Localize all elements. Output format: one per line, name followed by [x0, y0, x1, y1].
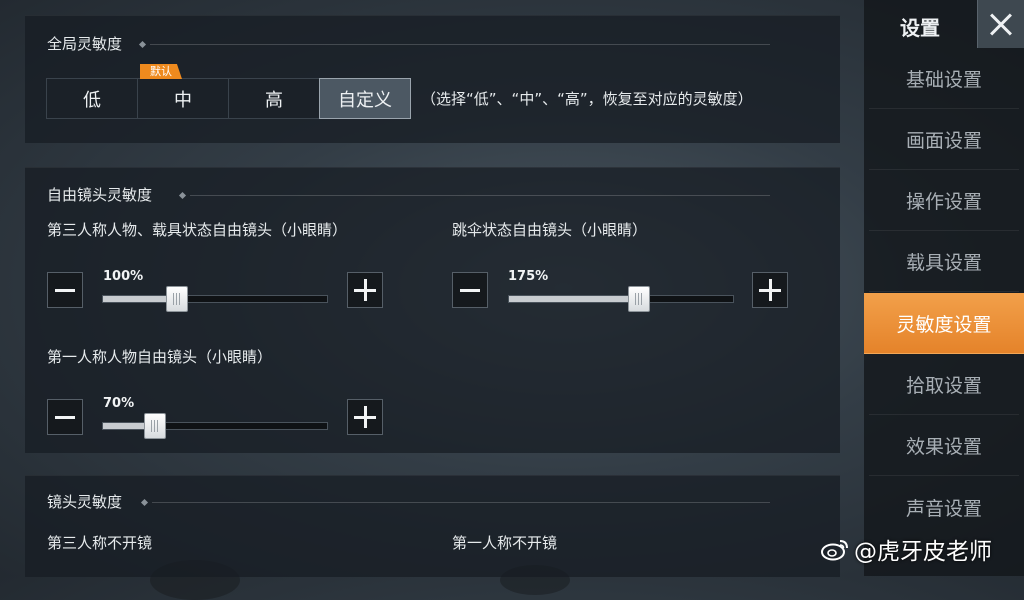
increase-button[interactable]: [752, 272, 788, 308]
decrease-button[interactable]: [47, 272, 83, 308]
preset-high-button[interactable]: 高: [228, 78, 320, 119]
minus-icon: [55, 288, 75, 292]
settings-title: 设置: [900, 16, 940, 40]
section-divider: [190, 195, 770, 196]
sidebar-item-controls[interactable]: 操作设置: [869, 170, 1019, 231]
plus-icon: [354, 406, 376, 428]
slider-value: 70%: [103, 396, 135, 411]
slider-label-first-person: 第一人称人物自由镜头（小眼睛）: [47, 348, 273, 366]
slider-label-third-person: 第三人称人物、载具状态自由镜头（小眼睛）: [47, 221, 348, 239]
preset-custom-button[interactable]: 自定义: [319, 78, 411, 119]
weibo-icon: [821, 540, 848, 561]
close-icon: [989, 12, 1013, 36]
slider-track[interactable]: [102, 286, 328, 312]
slider-value: 175%: [508, 269, 549, 284]
decrease-button[interactable]: [452, 272, 488, 308]
preset-medium-button[interactable]: 中: [137, 78, 229, 119]
slider-label-parachute: 跳伞状态自由镜头（小眼睛）: [452, 221, 648, 239]
slider-value: 100%: [103, 269, 144, 284]
sidebar-item-basic[interactable]: 基础设置: [869, 48, 1019, 109]
close-button[interactable]: [977, 0, 1024, 48]
sidebar-item-pickup[interactable]: 拾取设置: [869, 354, 1019, 415]
minus-icon: [460, 288, 480, 292]
default-badge: 默认: [140, 64, 182, 79]
watermark: @虎牙皮老师: [820, 532, 992, 566]
increase-button[interactable]: [347, 272, 383, 308]
third-person-no-scope-label: 第三人称不开镜: [47, 534, 153, 552]
section-divider: [150, 44, 770, 45]
slider-fill: [509, 296, 639, 302]
sidebar-item-effects[interactable]: 效果设置: [869, 415, 1019, 476]
first-person-no-scope-label: 第一人称不开镜: [452, 534, 558, 552]
slider-thumb[interactable]: [143, 413, 166, 439]
increase-button[interactable]: [347, 399, 383, 435]
slider-track[interactable]: [102, 413, 328, 439]
slider-thumb[interactable]: [165, 286, 188, 312]
watermark-text: @虎牙皮老师: [854, 539, 992, 565]
plus-icon: [759, 279, 781, 301]
sidebar-item-sensitivity[interactable]: 灵敏度设置: [864, 293, 1024, 354]
sensitivity-preset-group: 低 中 高 自定义: [46, 78, 411, 119]
free-look-title: 自由镜头灵敏度: [47, 186, 153, 204]
section-divider: [152, 502, 770, 503]
sidebar-item-vehicle[interactable]: 载具设置: [869, 231, 1019, 292]
camera-sensitivity-panel: [25, 475, 840, 577]
free-look-panel: [25, 167, 840, 453]
slider-thumb[interactable]: [627, 286, 650, 312]
global-sensitivity-title: 全局灵敏度: [47, 35, 123, 53]
sidebar-item-graphics[interactable]: 画面设置: [869, 109, 1019, 170]
preset-low-button[interactable]: 低: [46, 78, 138, 119]
slider-track[interactable]: [508, 286, 734, 312]
camera-sensitivity-title: 镜头灵敏度: [47, 493, 123, 511]
plus-icon: [354, 279, 376, 301]
sidebar-item-audio[interactable]: 声音设置: [869, 477, 1019, 537]
preset-hint-text: （选择“低”、“中”、“高”，恢复至对应的灵敏度）: [421, 90, 753, 108]
decrease-button[interactable]: [47, 399, 83, 435]
minus-icon: [55, 415, 75, 419]
